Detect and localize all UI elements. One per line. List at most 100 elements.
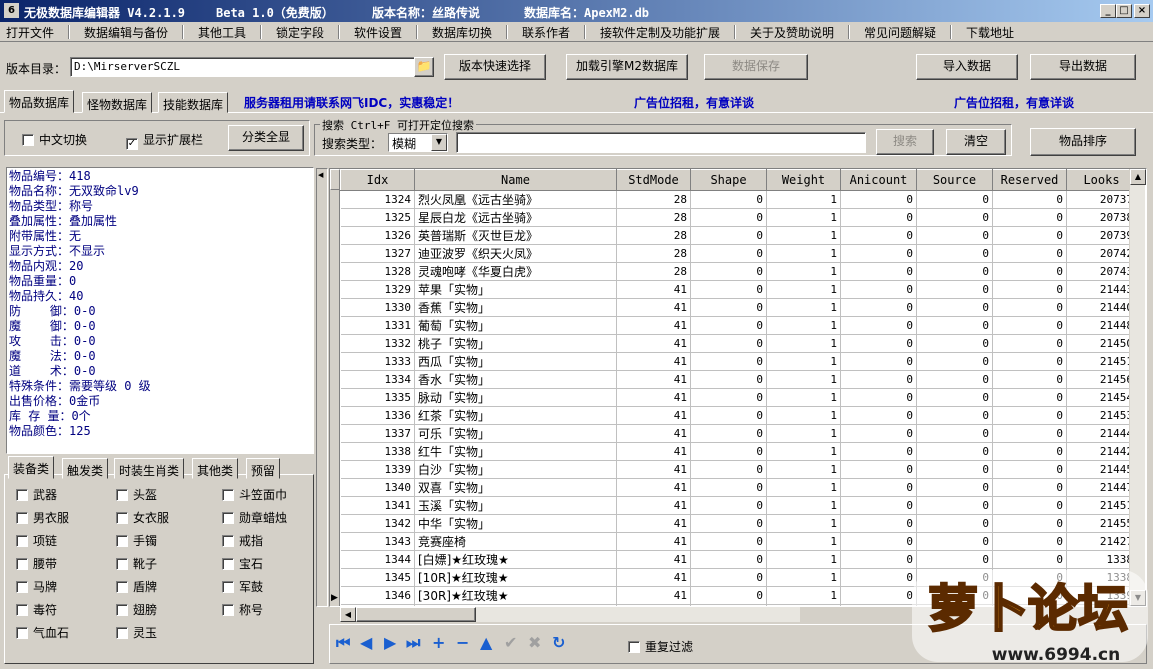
table-cell[interactable]: 41 — [616, 298, 691, 317]
table-row[interactable]: 1324 烈火凤凰《远古坐骑》 28 0 1 0 0 0 20737 — [340, 190, 1137, 209]
checkbox-box[interactable] — [16, 489, 28, 501]
close-button[interactable]: × — [1134, 4, 1150, 18]
table-cell[interactable]: 1 — [766, 262, 841, 281]
menu-about[interactable]: 关于及赞助说明 — [750, 24, 834, 41]
table-cell[interactable]: 0 — [840, 514, 917, 533]
table-cell[interactable]: 0 — [690, 496, 767, 515]
table-cell[interactable]: 0 — [840, 424, 917, 443]
table-cell[interactable]: 0 — [690, 514, 767, 533]
table-cell[interactable]: 1 — [766, 226, 841, 245]
table-cell[interactable]: 0 — [690, 586, 767, 605]
nav-insert-icon[interactable]: + — [432, 633, 445, 653]
table-cell[interactable]: 0 — [916, 460, 993, 479]
checkbox-checked[interactable]: ✓ — [126, 138, 138, 150]
category-checkbox[interactable]: 翅膀 — [116, 601, 157, 618]
table-cell[interactable]: 28 — [616, 208, 691, 227]
category-checkbox[interactable]: 头盔 — [116, 486, 157, 503]
table-cell[interactable]: 1341 — [340, 496, 415, 515]
table-cell[interactable]: 0 — [992, 478, 1067, 497]
table-cell[interactable]: 1333 — [340, 352, 415, 371]
table-cell[interactable]: 0 — [840, 532, 917, 551]
table-cell[interactable]: [10R]★红玫瑰★ — [414, 568, 617, 587]
nav-cancel-icon[interactable]: ✖ — [528, 633, 541, 653]
table-cell[interactable]: 1342 — [340, 514, 415, 533]
table-row[interactable]: 1333 西瓜「实物」 41 0 1 0 0 0 21451 — [340, 352, 1137, 371]
table-cell[interactable]: 1325 — [340, 208, 415, 227]
table-cell[interactable]: 0 — [992, 280, 1067, 299]
table-cell[interactable]: 0 — [840, 280, 917, 299]
ad-server[interactable]: 服务器租用请联系网飞IDC，实惠稳定！ — [244, 94, 459, 111]
table-cell[interactable]: 1337 — [340, 424, 415, 443]
table-cell[interactable]: 0 — [840, 370, 917, 389]
table-cell[interactable]: 21451 — [1066, 352, 1137, 371]
table-cell[interactable]: 28 — [616, 190, 691, 209]
checkbox-box[interactable] — [116, 558, 128, 570]
table-cell[interactable]: 1 — [766, 280, 841, 299]
table-row[interactable]: 1338 红牛「实物」 41 0 1 0 0 0 21442 — [340, 442, 1137, 461]
table-cell[interactable]: 0 — [840, 244, 917, 263]
menu-data-edit[interactable]: 数据编辑与备份 — [84, 24, 168, 41]
table-cell[interactable]: 1327 — [340, 244, 415, 263]
table-cell[interactable]: 21444 — [1066, 424, 1137, 443]
column-header[interactable]: Idx — [340, 169, 415, 191]
table-cell[interactable]: 0 — [840, 190, 917, 209]
menu-db-switch[interactable]: 数据库切换 — [432, 24, 492, 41]
table-cell[interactable]: 0 — [916, 262, 993, 281]
checkbox-box[interactable] — [116, 604, 128, 616]
table-cell[interactable]: 桃子「实物」 — [414, 334, 617, 353]
table-cell[interactable]: 0 — [690, 388, 767, 407]
dedupe-checkbox[interactable]: 重复过滤 — [628, 638, 693, 655]
table-cell[interactable]: 1338 — [340, 442, 415, 461]
table-cell[interactable]: 1 — [766, 532, 841, 551]
nav-prior-icon[interactable]: ◀ — [360, 633, 372, 653]
table-cell[interactable]: 0 — [992, 334, 1067, 353]
checkbox-box[interactable] — [16, 581, 28, 593]
table-cell[interactable]: 41 — [616, 352, 691, 371]
table-cell[interactable]: 0 — [916, 352, 993, 371]
category-checkbox[interactable]: 军鼓 — [222, 578, 263, 595]
table-cell[interactable]: 21443 — [1066, 280, 1137, 299]
chinese-switch-checkbox[interactable]: 中文切换 — [22, 131, 87, 148]
category-checkbox[interactable]: 勋章蜡烛 — [222, 509, 287, 526]
category-checkbox[interactable]: 项链 — [16, 532, 57, 549]
table-cell[interactable]: 0 — [916, 316, 993, 335]
table-cell[interactable]: 1336 — [340, 406, 415, 425]
table-cell[interactable]: 41 — [616, 586, 691, 605]
table-cell[interactable]: 21454 — [1066, 388, 1137, 407]
table-cell[interactable]: 0 — [840, 406, 917, 425]
table-cell[interactable]: 1 — [766, 478, 841, 497]
table-cell[interactable]: 0 — [916, 226, 993, 245]
table-cell[interactable]: 0 — [992, 496, 1067, 515]
table-row[interactable]: 1335 脉动「实物」 41 0 1 0 0 0 21454 — [340, 388, 1137, 407]
table-cell[interactable]: 21442 — [1066, 442, 1137, 461]
tab-items[interactable]: 物品数据库 — [4, 90, 75, 113]
column-header[interactable]: Looks — [1066, 169, 1137, 191]
table-cell[interactable]: 0 — [840, 460, 917, 479]
table-cell[interactable]: 0 — [916, 496, 993, 515]
table-cell[interactable]: 0 — [690, 280, 767, 299]
table-cell[interactable]: 0 — [690, 334, 767, 353]
table-cell[interactable]: 1 — [766, 586, 841, 605]
table-cell[interactable]: 0 — [916, 388, 993, 407]
splitter-bar[interactable]: ◀ — [316, 168, 328, 607]
search-input[interactable] — [456, 132, 866, 153]
folder-icon[interactable]: 📁 — [414, 57, 434, 77]
table-cell[interactable]: 灵魂咆哮《华夏白虎》 — [414, 262, 617, 281]
table-row[interactable]: 1334 香水「实物」 41 0 1 0 0 0 21456 — [340, 370, 1137, 389]
table-cell[interactable]: 1324 — [340, 190, 415, 209]
checkbox-box[interactable] — [22, 134, 34, 146]
sort-items-button[interactable]: 物品排序 — [1030, 128, 1136, 156]
table-cell[interactable]: 0 — [690, 532, 767, 551]
table-row[interactable]: 1342 中华「实物」 41 0 1 0 0 0 21455 — [340, 514, 1137, 533]
table-cell[interactable]: 西瓜「实物」 — [414, 352, 617, 371]
category-checkbox[interactable]: 气血石 — [16, 624, 69, 641]
table-cell[interactable]: 0 — [840, 388, 917, 407]
table-cell[interactable]: 0 — [992, 316, 1067, 335]
table-cell[interactable]: 0 — [690, 316, 767, 335]
table-cell[interactable]: 1343 — [340, 532, 415, 551]
checkbox-box[interactable] — [222, 489, 234, 501]
table-row[interactable]: 1331 葡萄「实物」 41 0 1 0 0 0 21448 — [340, 316, 1137, 335]
table-cell[interactable]: 0 — [690, 424, 767, 443]
cat-tab-fashion[interactable]: 时装生肖类 — [114, 458, 185, 479]
table-cell[interactable]: 21427 — [1066, 532, 1137, 551]
